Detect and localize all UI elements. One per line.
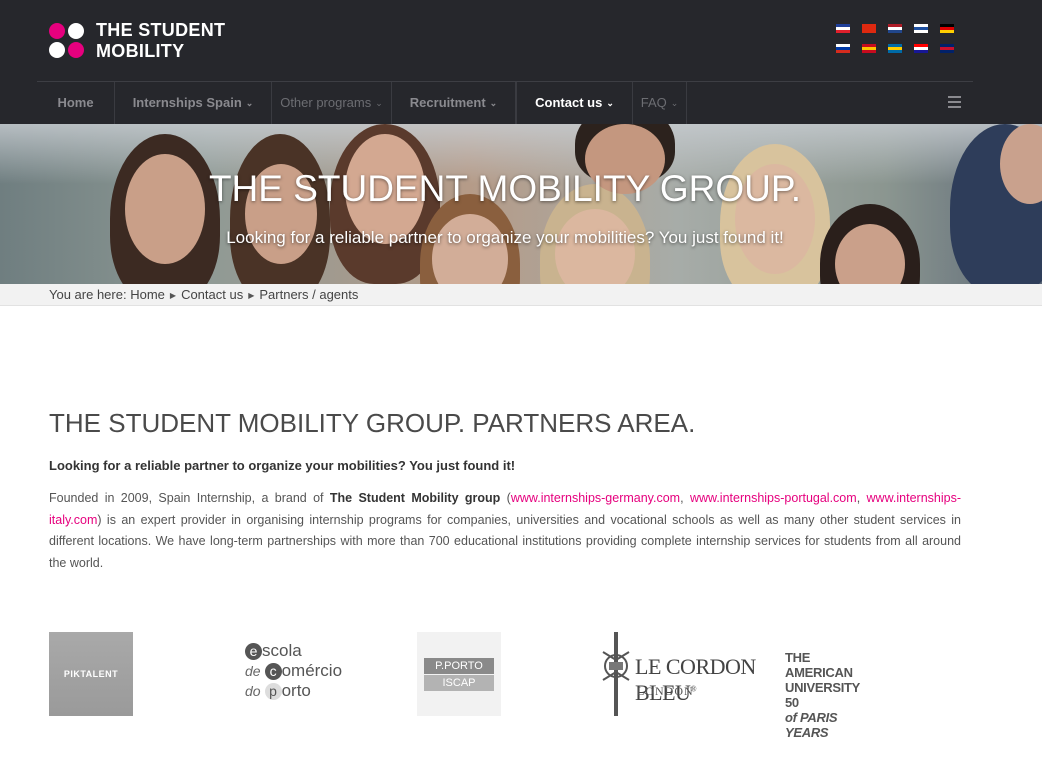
chevron-down-icon: ⌄ [670,98,679,108]
hero-subtitle: Looking for a reliable partner to organi… [226,228,784,247]
china-flag[interactable] [862,24,876,33]
nav-item-other-programs[interactable]: Other programs ⌄ [272,82,392,124]
hero-title: THE STUDENT MOBILITY GROUP. [208,168,802,209]
language-switcher [836,24,962,53]
hamburger-menu-icon[interactable] [948,96,961,111]
logo-dots-icon [49,23,84,59]
nav-item-recruitment[interactable]: Recruitment ⌄ [392,82,516,124]
partner-logo-pporto-iscap[interactable]: P.PORTO ISCAP [417,632,501,716]
chevron-down-icon: ⌄ [245,98,254,108]
spain-flag[interactable] [862,44,876,53]
page-title: THE STUDENT MOBILITY GROUP. PARTNERS ARE… [49,408,696,438]
site-header: THE STUDENT MOBILITY Home Internships Sp… [0,0,1042,124]
nav-item-faq[interactable]: FAQ ⌄ [633,82,687,124]
logo-text: THE STUDENT MOBILITY [96,20,225,62]
chevron-right-icon: ▶ [248,291,255,300]
partner-logo-piktalent[interactable]: PIKTALENT [49,632,133,716]
breadcrumb-contact-us[interactable]: Contact us [181,287,243,302]
chevron-down-icon: ⌄ [606,98,614,108]
logo-line-2: MOBILITY [96,41,185,61]
partner-logo-american-university-paris[interactable]: THE AMERICAN UNIVERSITY 50 of PARIS YEAR… [785,650,875,740]
link-internships-germany[interactable]: www.internships-germany.com [511,491,680,505]
brand-name: The Student Mobility group [329,491,501,505]
russia-flag[interactable] [836,44,850,53]
site-logo[interactable]: THE STUDENT MOBILITY [49,20,225,62]
cordon-bleu-crest-icon [602,632,630,716]
nav-faq-label: FAQ [640,95,667,110]
lead-text: Looking for a reliable partner to organi… [49,458,516,473]
uk-flag[interactable] [940,44,954,53]
breadcrumb-current: Partners / agents [259,287,359,302]
finland-flag[interactable] [914,24,928,33]
nav-item-internships-spain[interactable]: Internships Spain ⌄ [115,82,272,124]
breadcrumb-prefix: You are here: [49,287,127,302]
france-flag[interactable] [836,24,850,33]
netherlands-flag[interactable] [888,24,902,33]
nav-item-contact-us[interactable]: Contact us ⌄ [516,82,633,124]
nav-home-label: Home [57,95,94,110]
breadcrumb-home[interactable]: Home [130,287,165,302]
breadcrumb: You are here: Home ▶ Contact us ▶ Partners /… [0,284,1042,306]
main-nav: Home Internships Spain ⌄ Other programs ⌄ … [37,81,973,124]
partner-logo-escola-comercio-porto[interactable]: e scola de c omércio do p orto [245,641,370,705]
chevron-right-icon: ▶ [169,291,177,300]
sweden-flag[interactable] [888,44,902,53]
croatia-flag[interactable] [914,44,928,53]
hero-banner: THE STUDENT MOBILITY GROUP. Looking for … [0,124,1042,284]
chevron-down-icon: ⌄ [375,98,383,108]
nav-contact-label: Contact us [535,95,603,110]
link-internships-portugal[interactable]: www.internships-portugal.com [690,491,857,505]
chevron-down-icon: ⌄ [489,98,498,108]
nav-other-label: Other programs [280,95,372,110]
nav-recruitment-label: Recruitment [409,95,486,110]
nav-item-home[interactable]: Home [37,82,115,124]
nav-internships-label: Internships Spain [132,95,242,110]
logo-line-1: THE STUDENT [96,20,226,40]
partner-logo-le-cordon-bleu[interactable]: LE CORDON BLEU® LONDON [601,632,781,716]
intro-paragraph: Founded in 2009, Spain Internship, a bra… [49,491,961,570]
germany-flag[interactable] [940,24,954,33]
